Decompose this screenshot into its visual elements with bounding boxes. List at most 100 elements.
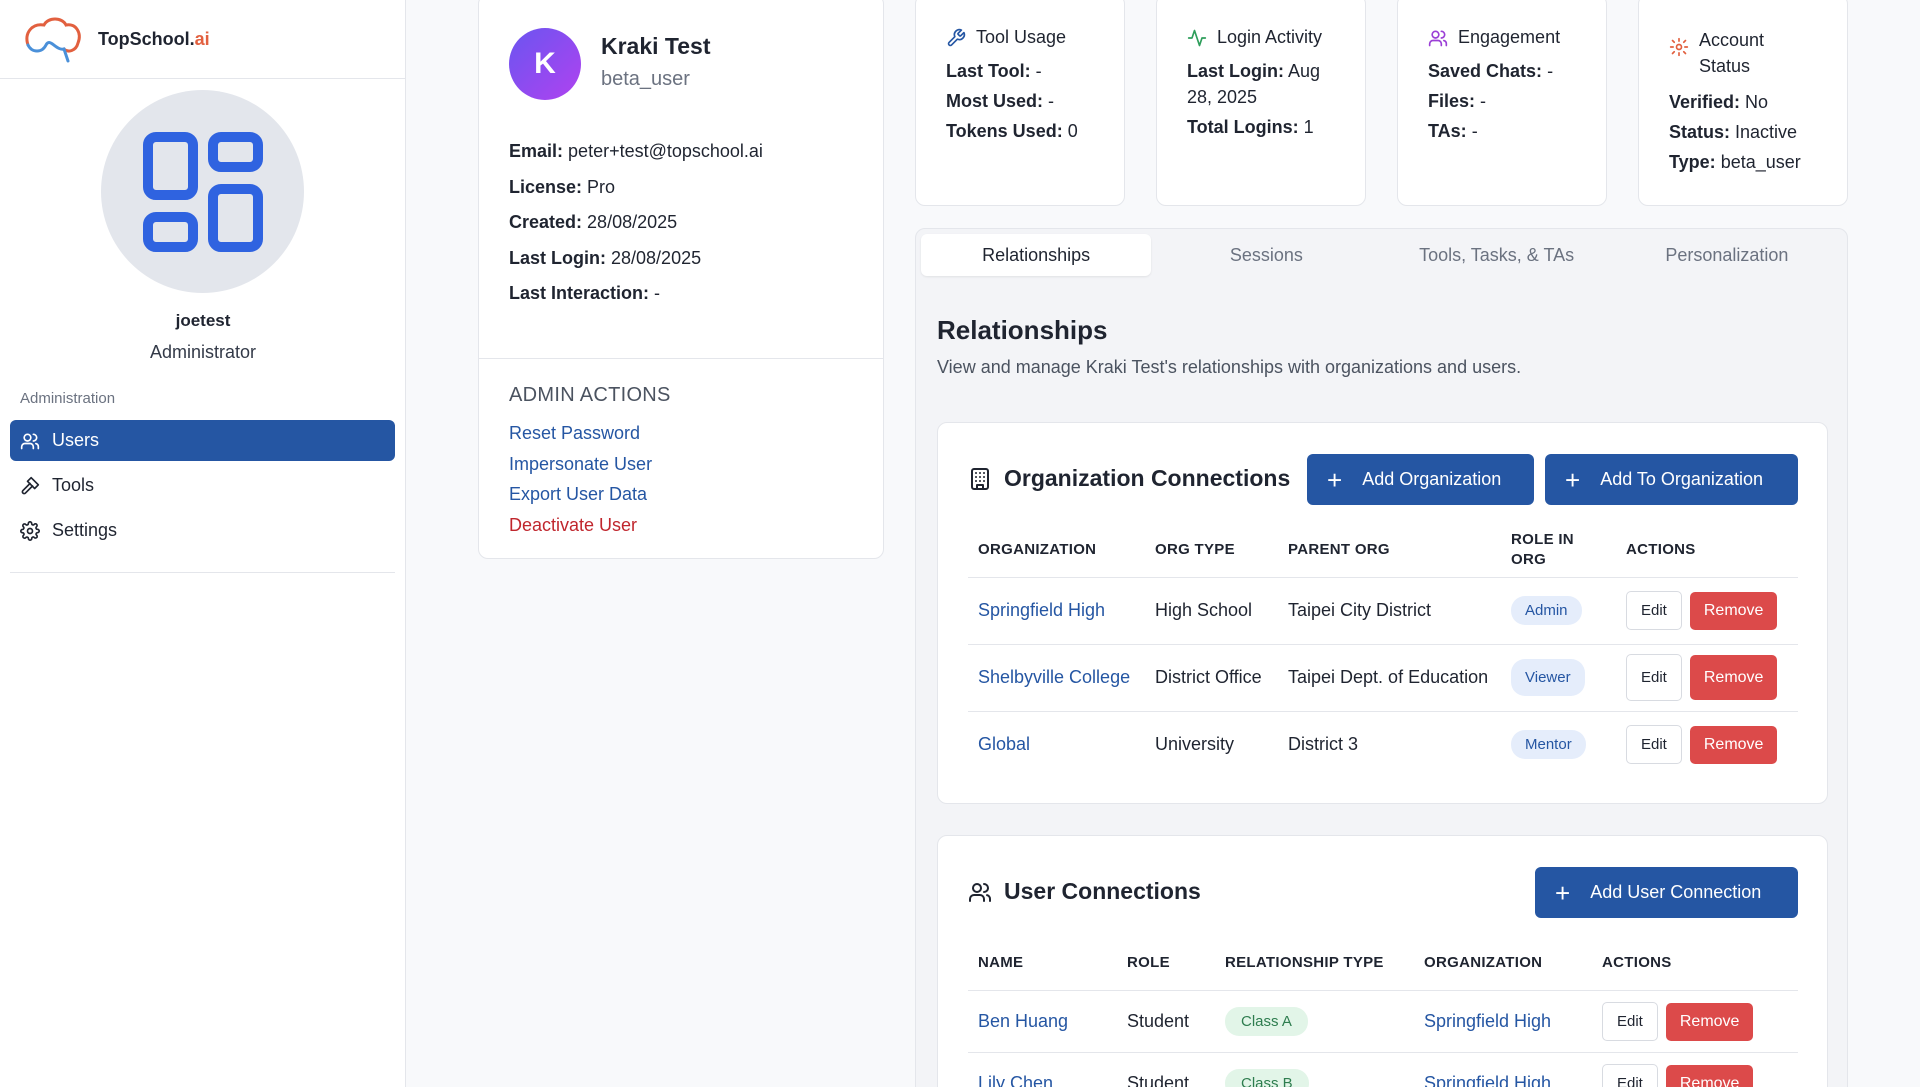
tab-relationships[interactable]: Relationships <box>921 234 1152 276</box>
remove-button[interactable]: Remove <box>1665 1002 1754 1041</box>
tab-sessions[interactable]: Sessions <box>1151 234 1381 276</box>
org-type: District Office <box>1145 644 1278 712</box>
column-header: RELATIONSHIP TYPE <box>1215 936 1414 991</box>
user-link[interactable]: Ben Huang <box>968 990 1117 1053</box>
user-role: Student <box>1117 990 1215 1053</box>
sidebar-item-users[interactable]: Users <box>10 420 395 461</box>
login-activity-card: Login Activity Last Login: Aug 28, 2025 … <box>1156 0 1366 206</box>
engagement-title: Engagement <box>1428 27 1576 48</box>
table-row: Springfield High High School Taipei City… <box>968 577 1798 645</box>
profile-username: beta_user <box>601 68 690 90</box>
dashboard-grid-icon <box>142 131 263 252</box>
sidebar-username: joetest <box>175 311 231 330</box>
add-organization-button[interactable]: + Add Organization <box>1307 454 1534 505</box>
deactivate-user-link[interactable]: Deactivate User <box>509 515 652 546</box>
plus-icon: + <box>1565 464 1581 495</box>
org-connections-title: Organization Connections <box>968 465 1290 492</box>
role-badge: Admin <box>1511 596 1582 625</box>
card-divider <box>479 358 883 359</box>
column-header: PARENT ORG <box>1278 523 1501 578</box>
org-type: High School <box>1145 577 1278 645</box>
remove-button[interactable]: Remove <box>1689 592 1778 630</box>
relationships-title: Relationships <box>937 315 1108 345</box>
table-header-row: NAME ROLE RELATIONSHIP TYPE ORGANIZATION… <box>968 936 1798 991</box>
users-icon <box>1428 30 1448 47</box>
table-row: Ben Huang Student Class A Springfield Hi… <box>968 990 1798 1053</box>
sidebar-divider <box>10 572 395 573</box>
users-icon <box>969 882 992 902</box>
sidebar-nav: Users Tools Settings <box>10 420 395 555</box>
gear-icon <box>20 520 40 541</box>
sidebar-item-settings[interactable]: Settings <box>10 510 395 551</box>
org-link[interactable]: Shelbyville College <box>968 644 1145 712</box>
info-email: Email: peter+test@topschool.ai <box>509 141 763 161</box>
login-activity-title: Login Activity <box>1187 27 1335 48</box>
user-connections-card: User Connections + Add User Connection NA… <box>937 835 1828 1087</box>
tab-panel: Relationships Sessions Tools, Tasks, & T… <box>915 228 1848 1087</box>
column-header: ACTIONS <box>1616 523 1798 578</box>
org-link[interactable]: Springfield High <box>1414 1052 1592 1087</box>
brain-logo-icon <box>25 17 81 63</box>
edit-button[interactable]: Edit <box>1626 591 1682 630</box>
parent-org: Taipei Dept. of Education <box>1278 644 1501 712</box>
profile-name: Kraki Test <box>601 33 711 59</box>
export-user-data-link[interactable]: Export User Data <box>509 484 652 515</box>
sidebar-item-tools[interactable]: Tools <box>10 465 395 506</box>
sidebar-section-label: Administration <box>20 390 116 407</box>
edit-button[interactable]: Edit <box>1626 654 1682 701</box>
user-link[interactable]: Lily Chen <box>968 1052 1117 1087</box>
user-connections-table: NAME ROLE RELATIONSHIP TYPE ORGANIZATION… <box>968 936 1798 1087</box>
tab-personalization[interactable]: Personalization <box>1612 234 1842 276</box>
role-badge: Mentor <box>1511 730 1586 760</box>
users-icon <box>20 433 40 449</box>
column-header: ORGANIZATION <box>968 523 1145 578</box>
info-license: License: Pro <box>509 176 616 197</box>
admin-actions-title: ADMIN ACTIONS <box>509 384 671 406</box>
remove-button[interactable]: Remove <box>1689 655 1778 700</box>
role-badge: Viewer <box>1511 659 1585 696</box>
reset-password-link[interactable]: Reset Password <box>509 423 652 454</box>
logo-row[interactable]: TopSchool.ai <box>0 0 405 79</box>
sidebar-item-label: Users <box>52 430 100 450</box>
account-status-card: Account Status Verified: No Status: Inac… <box>1638 0 1848 206</box>
remove-button[interactable]: Remove <box>1689 726 1778 765</box>
add-user-connection-button[interactable]: + Add User Connection <box>1535 867 1798 918</box>
remove-button[interactable]: Remove <box>1665 1064 1754 1087</box>
column-header: ORGANIZATION <box>1414 936 1592 991</box>
sidebar-item-label: Tools <box>52 475 95 495</box>
profile-info-list: Email: peter+test@topschool.ai License: … <box>509 141 763 319</box>
table-row: Lily Chen Student Class B Springfield Hi… <box>968 1052 1798 1087</box>
table-row: Shelbyville College District Office Taip… <box>968 644 1798 712</box>
column-header: ROLE <box>1117 936 1215 991</box>
relationship-badge: Class A <box>1225 1006 1308 1036</box>
building-icon <box>971 467 989 490</box>
edit-button[interactable]: Edit <box>1602 1063 1658 1087</box>
info-last-interaction: Last Interaction: - <box>509 283 661 303</box>
tab-bar: Relationships Sessions Tools, Tasks, & T… <box>921 234 1842 276</box>
tab-tools-tasks-tas[interactable]: Tools, Tasks, & TAs <box>1382 234 1612 276</box>
org-link[interactable]: Springfield High <box>1414 990 1592 1053</box>
relationships-description: View and manage Kraki Test's relationshi… <box>937 357 1522 377</box>
tool-usage-card: Tool Usage Last Tool: - Most Used: - Tok… <box>915 0 1125 206</box>
org-connections-card: Organization Connections + Add Organizati… <box>937 422 1828 804</box>
column-header: ROLE IN ORG <box>1501 523 1616 578</box>
edit-button[interactable]: Edit <box>1626 725 1682 765</box>
sidebar: TopSchool.ai joetest Administrator Admin… <box>0 0 406 1087</box>
parent-org: District 3 <box>1288 734 1359 755</box>
impersonate-user-link[interactable]: Impersonate User <box>509 454 652 485</box>
account-status-title: Account Status <box>1669 27 1817 79</box>
org-link[interactable]: Global <box>968 711 1145 778</box>
info-last-login: Last Login: 28/08/2025 <box>509 247 702 268</box>
table-row: Global University District 3 Mentor Edit… <box>968 711 1798 778</box>
profile-card: K Kraki Test beta_user Email: peter+test… <box>478 0 884 559</box>
brand-name: TopSchool.ai <box>98 28 210 49</box>
table-header-row: ORGANIZATION ORG TYPE PARENT ORG ROLE IN… <box>968 523 1798 578</box>
admin-actions-list: Reset Password Impersonate User Export U… <box>509 423 652 545</box>
add-to-organization-button[interactable]: + Add To Organization <box>1545 454 1798 505</box>
org-type: University <box>1155 734 1235 755</box>
edit-button[interactable]: Edit <box>1602 1001 1658 1041</box>
plus-icon: + <box>1555 877 1571 908</box>
org-link[interactable]: Springfield High <box>968 577 1145 645</box>
gear-icon <box>1669 37 1689 57</box>
avatar <box>101 90 304 293</box>
